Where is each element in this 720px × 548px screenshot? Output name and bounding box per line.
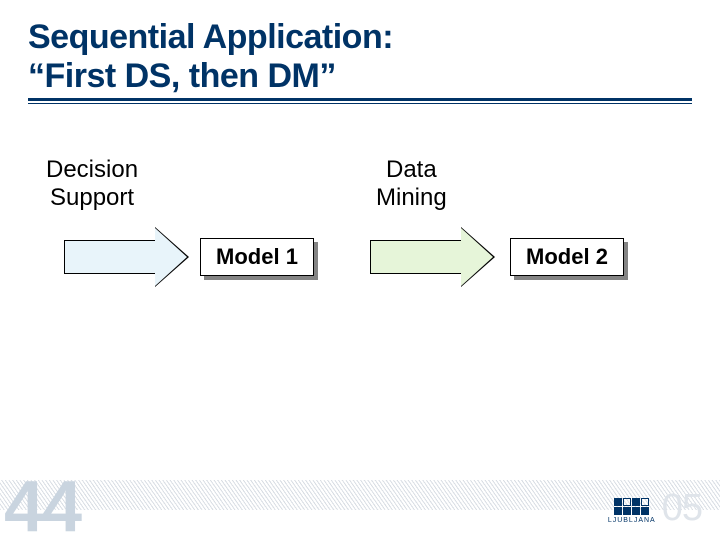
- model-2-box: Model 2: [510, 238, 628, 280]
- arrow-body: [64, 240, 156, 274]
- label-ds-line1: Decision: [46, 156, 138, 183]
- model-2-label: Model 2: [510, 238, 624, 276]
- label-ds-line2: Support: [50, 184, 134, 211]
- title-line-2: “First DS, then DM”: [28, 57, 692, 96]
- arrow-body: [370, 240, 462, 274]
- logo-glyph-icon: LJUBLJANA: [608, 498, 656, 524]
- model-1-box: Model 1: [200, 238, 318, 280]
- label-dm-line2: Mining: [376, 184, 447, 211]
- label-decision-support: Decision Support: [46, 156, 138, 211]
- slide-title-block: Sequential Application: “First DS, then …: [0, 0, 720, 108]
- flow-diagram: Decision Support Model 1 Data Mining Mod…: [0, 156, 720, 336]
- page-number: 44: [4, 466, 80, 548]
- title-underline: [28, 98, 692, 104]
- title-line-1: Sequential Application:: [28, 18, 692, 57]
- logo-year: 05: [662, 487, 702, 530]
- label-dm-line1: Data: [386, 156, 437, 183]
- arrow-data-mining: [370, 228, 494, 286]
- arrow-decision-support: [64, 228, 188, 286]
- arrow-head-icon: [155, 228, 187, 286]
- model-1-label: Model 1: [200, 238, 314, 276]
- logo-city-text: LJUBLJANA: [608, 517, 656, 524]
- footer-logo: LJUBLJANA 05: [608, 487, 702, 530]
- label-data-mining: Data Mining: [376, 156, 447, 211]
- arrow-head-icon: [461, 228, 493, 286]
